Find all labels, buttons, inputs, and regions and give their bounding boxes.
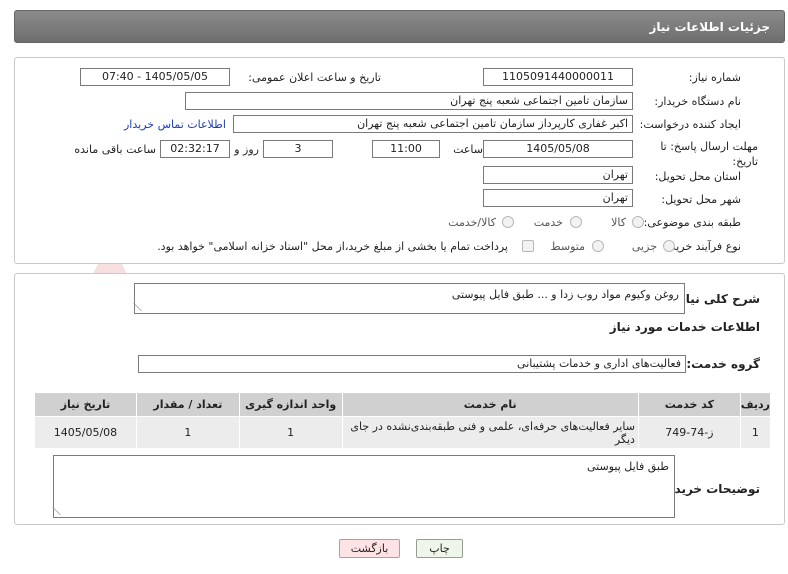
buyer-org-field[interactable]: سازمان تامین اجتماعی شعبه پنج تهران: [185, 92, 633, 110]
city-label: شهر محل تحویل:: [661, 193, 741, 206]
summary-text: روغن وکیوم مواد روب زدا و ... طبق فایل پ…: [451, 288, 679, 301]
buyer-notes-text: طبق فایل پیوستی: [586, 460, 669, 473]
remaining-time-field[interactable]: 02:32:17: [160, 140, 230, 158]
table-row[interactable]: 1 ز-74-749 سایر فعالیت‌های حرفه‌ای، علمی…: [34, 416, 772, 449]
category-radio-goods[interactable]: [632, 216, 644, 228]
days-label: روز و: [234, 143, 259, 156]
time-label: ساعت: [453, 143, 483, 156]
category-option-goods-service: کالا/خدمت: [448, 216, 496, 229]
need-number-field[interactable]: 1105091440000011: [483, 68, 633, 86]
cell-service-code: ز-74-749: [637, 416, 741, 449]
table-header-row: ردیف کد خدمت نام خدمت واحد اندازه گیری ت…: [34, 392, 772, 417]
buyer-contact-link[interactable]: اطلاعات تماس خریدار: [124, 118, 226, 131]
services-section-title: اطلاعات خدمات مورد نیاز: [609, 320, 760, 334]
purchase-option-medium: متوسط: [550, 240, 585, 253]
back-button[interactable]: بازگشت: [339, 539, 400, 558]
need-number-label: شماره نیاز:: [688, 71, 741, 84]
treasury-payment-checkbox[interactable]: [522, 240, 534, 252]
province-label: استان محل تحویل:: [654, 170, 741, 183]
category-option-goods: کالا: [611, 216, 626, 229]
page-header: جزئیات اطلاعات نیاز: [14, 10, 785, 43]
service-group-field[interactable]: فعالیت‌های اداری و خدمات پشتیبانی: [138, 355, 686, 373]
column-header-unit: واحد اندازه گیری: [238, 392, 343, 417]
treasury-payment-note: پرداخت تمام یا بخشی از مبلغ خرید،از محل …: [157, 240, 508, 253]
column-header-need-date: تاریخ نیاز: [34, 392, 137, 417]
summary-label: شرح کلی نیاز:: [674, 292, 760, 306]
buyer-org-label: نام دستگاه خریدار:: [654, 95, 741, 108]
announce-datetime-field[interactable]: 1405/05/05 - 07:40: [80, 68, 230, 86]
service-group-label: گروه خدمت:: [686, 357, 760, 371]
category-label: طبقه بندی موضوعی:: [643, 216, 741, 229]
cell-service-name: سایر فعالیت‌های حرفه‌ای، علمی و فنی طبقه…: [341, 416, 639, 449]
province-field[interactable]: تهران: [483, 166, 633, 184]
creator-label: ایجاد کننده درخواست:: [639, 118, 741, 131]
resize-grip-icon[interactable]: [133, 303, 149, 311]
purchase-radio-medium[interactable]: [592, 240, 604, 252]
buyer-notes-field[interactable]: طبق فایل پیوستی: [52, 455, 675, 518]
cell-need-date: 1405/05/08: [34, 416, 137, 449]
column-header-row-number: ردیف: [739, 392, 772, 417]
remaining-label: ساعت باقی مانده: [74, 143, 156, 156]
deadline-time-field[interactable]: 11:00: [372, 140, 440, 158]
creator-field[interactable]: اکبر غفاری کارپرداز سازمان تامین اجتماعی…: [233, 115, 633, 133]
deadline-date-field[interactable]: 1405/05/08: [483, 140, 633, 158]
cell-row-number: 1: [739, 416, 772, 449]
days-field[interactable]: 3: [263, 140, 333, 158]
cell-unit: 1: [238, 416, 343, 449]
cell-quantity: 1: [135, 416, 240, 449]
purchase-radio-minor[interactable]: [663, 240, 675, 252]
announce-label: تاریخ و ساعت اعلان عمومی:: [248, 71, 381, 84]
column-header-service-code: کد خدمت: [637, 392, 741, 417]
page-title: جزئیات اطلاعات نیاز: [649, 20, 770, 34]
purchase-option-minor: جزیی: [631, 240, 657, 253]
deadline-label: مهلت ارسال پاسخ: تا تاریخ:: [660, 140, 758, 168]
resize-grip-icon[interactable]: [52, 507, 68, 515]
services-table: ردیف کد خدمت نام خدمت واحد اندازه گیری ت…: [34, 392, 772, 449]
category-radio-service[interactable]: [570, 216, 582, 228]
print-button[interactable]: چاپ: [416, 539, 463, 558]
column-header-quantity: تعداد / مقدار: [135, 392, 240, 417]
column-header-service-name: نام خدمت: [341, 392, 639, 417]
category-radio-goods-service[interactable]: [502, 216, 514, 228]
city-field[interactable]: تهران: [483, 189, 633, 207]
summary-field[interactable]: روغن وکیوم مواد روب زدا و ... طبق فایل پ…: [133, 283, 685, 314]
category-option-service: خدمت: [533, 216, 563, 229]
